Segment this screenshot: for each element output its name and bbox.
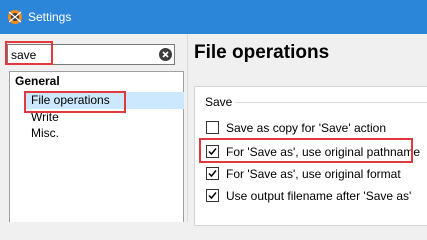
search-box[interactable] <box>7 44 175 65</box>
save-group-label: Save <box>205 95 233 109</box>
check-icon <box>208 192 217 200</box>
settings-panel: Save Save as copy for 'Save' action For … <box>194 86 427 226</box>
checkbox[interactable] <box>206 145 219 158</box>
option-label: Use output filename after 'Save as' <box>226 189 412 203</box>
title-bar: Settings <box>0 0 427 34</box>
check-icon <box>208 170 217 178</box>
group-divider <box>235 102 427 103</box>
clear-search-icon[interactable] <box>158 47 173 62</box>
page-title: File operations <box>194 42 330 63</box>
tree-item-write[interactable]: Write <box>31 110 59 124</box>
app-logo-icon <box>8 10 22 24</box>
tree-group-general: General <box>15 74 60 88</box>
settings-tree[interactable]: General File operations Write Misc. <box>9 71 184 222</box>
option-label: Save as copy for 'Save' action <box>226 121 387 135</box>
tree-item-file-operations[interactable]: File operations <box>24 92 184 109</box>
checkbox[interactable] <box>206 121 219 134</box>
option-label: For 'Save as', use original pathname <box>226 145 421 159</box>
option-label: For 'Save as', use original format <box>226 167 401 181</box>
check-icon <box>208 148 217 156</box>
checkbox[interactable] <box>206 189 219 202</box>
window-title: Settings <box>28 10 72 24</box>
tree-item-label: File operations <box>31 93 110 107</box>
tree-item-misc[interactable]: Misc. <box>31 126 59 140</box>
checkbox[interactable] <box>206 167 219 180</box>
search-input[interactable] <box>11 46 151 63</box>
pane-divider <box>187 34 188 222</box>
